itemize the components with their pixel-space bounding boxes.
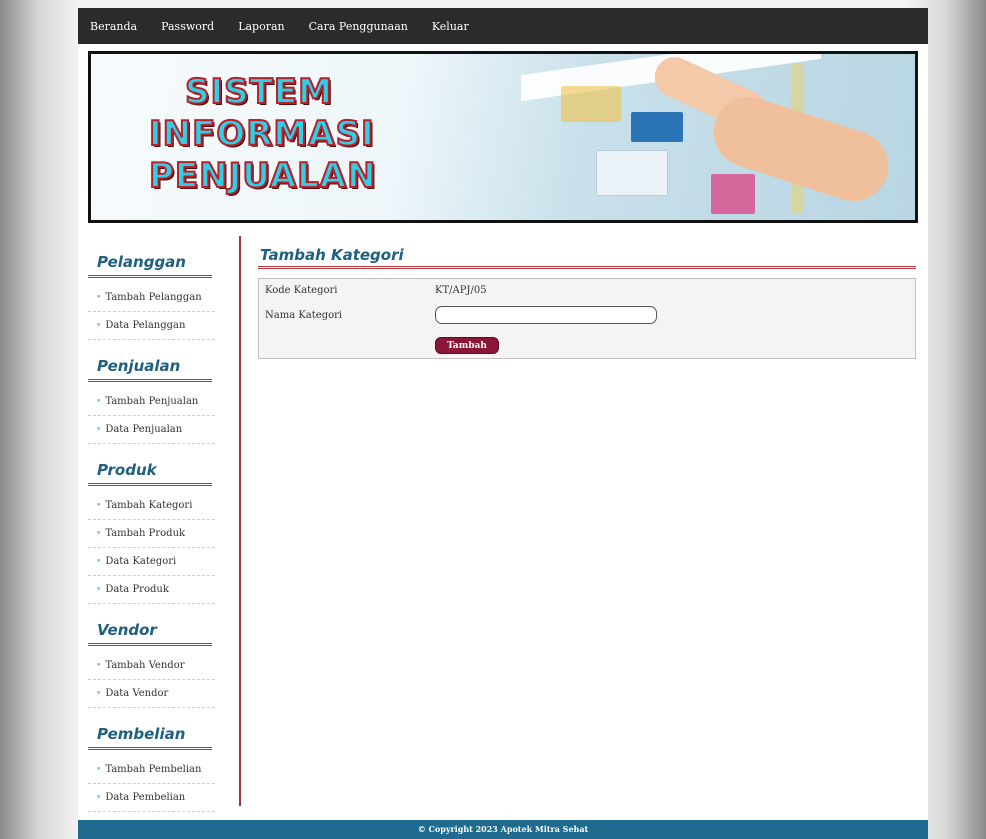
box-graphic	[631, 112, 683, 142]
footer: © Copyright 2023 Apotek Mitra Sehat	[78, 820, 928, 839]
bullet-icon: •	[96, 689, 102, 699]
sidebar-item-label: Data Pembelian	[105, 792, 186, 803]
bullet-icon: •	[96, 765, 102, 775]
kode-kategori-label: Kode Kategori	[265, 285, 338, 296]
nama-kategori-label: Nama Kategori	[265, 310, 343, 321]
sidebar-item-data-pelanggan[interactable]: • Data Pelanggan	[88, 312, 215, 340]
box-graphic	[561, 86, 621, 122]
bullet-icon: •	[96, 293, 102, 303]
sidebar-item-tambah-kategori[interactable]: • Tambah Kategori	[88, 492, 215, 520]
sidebar: Pelanggan • Tambah Pelanggan • Data Pelang…	[88, 236, 215, 812]
sidebar-item-tambah-penjualan[interactable]: • Tambah Penjualan	[88, 388, 215, 416]
bullet-icon: •	[96, 793, 102, 803]
sidebar-item-data-produk[interactable]: • Data Produk	[88, 576, 215, 604]
sidebar-item-tambah-produk[interactable]: • Tambah Produk	[88, 520, 215, 548]
nama-kategori-field[interactable]	[435, 306, 657, 324]
nav-laporan[interactable]: Laporan	[238, 20, 284, 33]
bullet-icon: •	[96, 425, 102, 435]
sidebar-heading-produk: Produk	[88, 444, 212, 486]
sidebar-item-label: Tambah Kategori	[105, 500, 193, 511]
sidebar-item-label: Data Penjualan	[105, 424, 183, 435]
sidebar-item-label: Tambah Vendor	[105, 660, 185, 671]
sidebar-item-label: Tambah Pembelian	[105, 764, 202, 775]
nav-password[interactable]: Password	[161, 20, 214, 33]
banner-title-line3: PENJUALAN	[148, 155, 377, 197]
nav-keluar[interactable]: Keluar	[432, 20, 469, 33]
sidebar-item-tambah-pembelian[interactable]: • Tambah Pembelian	[88, 756, 215, 784]
bullet-icon: •	[96, 557, 102, 567]
header-banner: SISTEM INFORMASI PENJUALAN	[88, 51, 918, 223]
sidebar-item-data-kategori[interactable]: • Data Kategori	[88, 548, 215, 576]
tambah-kategori-form: Kode Kategori KT/APJ/05 Nama Kategori Ta…	[258, 278, 916, 359]
sidebar-item-label: Tambah Pelanggan	[105, 292, 202, 303]
bullet-icon: •	[96, 661, 102, 671]
sidebar-item-label: Data Produk	[105, 584, 169, 595]
sidebar-item-label: Tambah Produk	[105, 528, 186, 539]
bullet-icon: •	[96, 501, 102, 511]
top-navigation: Beranda Password Laporan Cara Penggunaan…	[78, 8, 928, 44]
sidebar-heading-vendor: Vendor	[88, 604, 212, 646]
sidebar-item-label: Tambah Penjualan	[105, 396, 199, 407]
bullet-icon: •	[96, 397, 102, 407]
sidebar-item-data-pembelian[interactable]: • Data Pembelian	[88, 784, 215, 812]
sidebar-item-label: Data Kategori	[105, 556, 177, 567]
bullet-icon: •	[96, 321, 102, 331]
sidebar-divider	[239, 236, 241, 806]
kode-kategori-value: KT/APJ/05	[435, 285, 487, 296]
sidebar-item-data-penjualan[interactable]: • Data Penjualan	[88, 416, 215, 444]
nav-cara-penggunaan[interactable]: Cara Penggunaan	[309, 20, 408, 33]
sidebar-heading-pelanggan: Pelanggan	[88, 236, 212, 278]
main-content: Tambah Kategori Kode Kategori KT/APJ/05 …	[258, 246, 916, 359]
sidebar-item-data-vendor[interactable]: • Data Vendor	[88, 680, 215, 708]
banner-title-line2: INFORMASI	[148, 113, 375, 155]
sidebar-heading-penjualan: Penjualan	[88, 340, 212, 382]
bullet-icon: •	[96, 529, 102, 539]
bullet-icon: •	[96, 585, 102, 595]
sidebar-item-tambah-pelanggan[interactable]: • Tambah Pelanggan	[88, 284, 215, 312]
page-container: Beranda Password Laporan Cara Penggunaan…	[78, 8, 928, 839]
sidebar-heading-pembelian: Pembelian	[88, 708, 212, 750]
box-graphic	[711, 174, 755, 214]
sidebar-item-label: Data Vendor	[105, 688, 169, 699]
page-title: Tambah Kategori	[258, 246, 916, 269]
sidebar-item-label: Data Pelanggan	[105, 320, 186, 331]
banner-title-line1: SISTEM	[184, 71, 333, 113]
nav-beranda[interactable]: Beranda	[90, 20, 137, 33]
sidebar-item-tambah-vendor[interactable]: • Tambah Vendor	[88, 652, 215, 680]
tambah-button[interactable]: Tambah	[435, 337, 499, 354]
box-graphic	[596, 150, 668, 196]
